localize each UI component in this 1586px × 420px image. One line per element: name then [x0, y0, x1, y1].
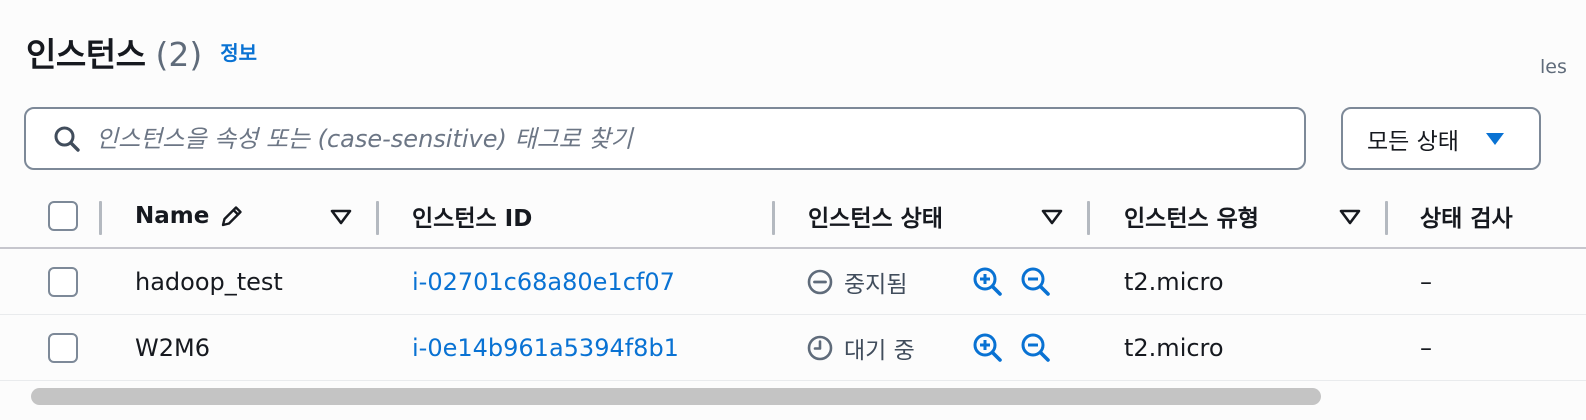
truncated-text: les: [1540, 56, 1567, 78]
column-header-name-label: Name: [135, 203, 210, 229]
zoom-in-icon[interactable]: [972, 266, 1004, 298]
select-all-cell: [48, 185, 78, 247]
column-divider[interactable]: [772, 201, 775, 235]
column-header-instance-id-label: 인스턴스 ID: [412, 206, 533, 232]
scrollbar-thumb[interactable]: [31, 388, 1321, 405]
info-link[interactable]: 정보: [220, 37, 257, 66]
instance-type: t2.micro: [1124, 267, 1224, 296]
instance-state-label: 대기 중: [844, 337, 915, 364]
search-box[interactable]: [24, 107, 1306, 170]
column-header-name[interactable]: Name: [135, 185, 245, 247]
instance-name: hadoop_test: [135, 267, 283, 296]
status-check: –: [1420, 267, 1432, 296]
search-input[interactable]: [96, 109, 1304, 168]
instance-type: t2.micro: [1124, 333, 1224, 362]
instance-count: (2): [155, 35, 203, 74]
instance-state: 중지됨: [806, 249, 907, 314]
zoom-in-icon[interactable]: [972, 332, 1004, 364]
row-checkbox[interactable]: [48, 266, 78, 297]
column-header-instance-type-label: 인스턴스 유형: [1124, 206, 1259, 232]
pending-clock-icon: [807, 335, 833, 360]
column-divider[interactable]: [1385, 201, 1388, 235]
table-header-row: Name 인스턴스 ID 인스턴스 상태 인스턴스 유형 상태 검사: [0, 185, 1586, 249]
table-row[interactable]: W2M6 i-0e14b961a5394f8b1 대기 중 t2.micro –: [0, 315, 1586, 381]
instance-state: 대기 중: [806, 315, 915, 380]
column-header-status-check[interactable]: 상태 검사: [1420, 185, 1513, 247]
instances-panel: 인스턴스 (2) 정보 les 모든 상태 Name: [0, 0, 1586, 420]
column-divider[interactable]: [99, 201, 102, 235]
instance-state-label: 중지됨: [844, 271, 908, 298]
state-filter-dropdown[interactable]: 모든 상태: [1341, 107, 1541, 170]
stopped-icon: [807, 269, 833, 294]
column-header-instance-id[interactable]: 인스턴스 ID: [412, 185, 532, 247]
pencil-icon: [222, 206, 243, 227]
select-all-checkbox[interactable]: [48, 201, 78, 231]
page-title: 인스턴스: [26, 35, 146, 74]
row-select-cell: [48, 249, 78, 314]
row-select-cell: [48, 315, 78, 380]
table-row[interactable]: hadoop_test i-02701c68a80e1cf07 중지됨 t2.m…: [0, 249, 1586, 315]
column-header-instance-type[interactable]: 인스턴스 유형: [1124, 185, 1259, 247]
column-header-instance-state[interactable]: 인스턴스 상태: [808, 185, 943, 247]
search-icon: [54, 126, 80, 152]
instance-id-link[interactable]: i-0e14b961a5394f8b1: [412, 315, 679, 380]
state-filter-label: 모든 상태: [1367, 128, 1459, 155]
sort-icon[interactable]: [1339, 209, 1361, 225]
instance-name: W2M6: [135, 333, 210, 362]
instance-id-link[interactable]: i-02701c68a80e1cf07: [412, 249, 675, 314]
column-header-instance-state-label: 인스턴스 상태: [808, 206, 943, 232]
column-divider[interactable]: [1087, 201, 1090, 235]
sort-icon[interactable]: [1041, 209, 1063, 225]
column-header-status-check-label: 상태 검사: [1420, 206, 1513, 232]
row-checkbox[interactable]: [48, 332, 78, 363]
sort-icon[interactable]: [330, 209, 352, 225]
status-check: –: [1420, 333, 1432, 362]
column-divider[interactable]: [376, 201, 379, 235]
caret-down-icon: [1485, 132, 1504, 145]
zoom-out-icon[interactable]: [1020, 332, 1052, 364]
page-header: 인스턴스 (2) 정보: [26, 28, 257, 78]
zoom-out-icon[interactable]: [1020, 266, 1052, 298]
